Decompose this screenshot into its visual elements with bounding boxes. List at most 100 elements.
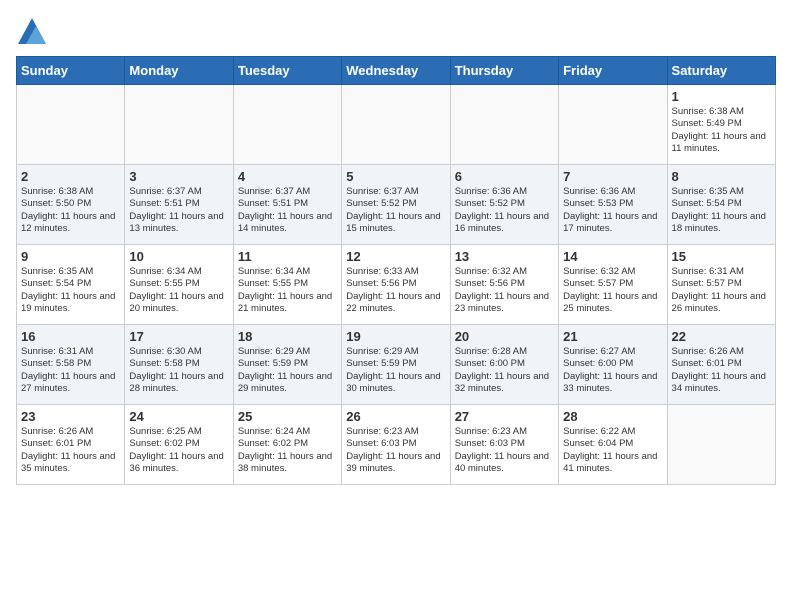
calendar-day-cell bbox=[450, 85, 558, 165]
calendar-day-cell: 11 Sunrise: 6:34 AM Sunset: 5:55 PM Dayli… bbox=[233, 245, 341, 325]
calendar-day-cell: 12 Sunrise: 6:33 AM Sunset: 5:56 PM Dayli… bbox=[342, 245, 450, 325]
day-info: Sunrise: 6:29 AM Sunset: 5:59 PM Dayligh… bbox=[346, 346, 445, 395]
calendar-week-row: 9 Sunrise: 6:35 AM Sunset: 5:54 PM Daylig… bbox=[17, 245, 776, 325]
day-number: 22 bbox=[672, 329, 771, 344]
calendar-day-cell: 18 Sunrise: 6:29 AM Sunset: 5:59 PM Dayli… bbox=[233, 325, 341, 405]
calendar-day-cell: 16 Sunrise: 6:31 AM Sunset: 5:58 PM Dayli… bbox=[17, 325, 125, 405]
calendar-day-cell: 2 Sunrise: 6:38 AM Sunset: 5:50 PM Daylig… bbox=[17, 165, 125, 245]
weekday-header: Tuesday bbox=[233, 57, 341, 85]
weekday-header: Sunday bbox=[17, 57, 125, 85]
calendar-day-cell: 10 Sunrise: 6:34 AM Sunset: 5:55 PM Dayli… bbox=[125, 245, 233, 325]
header bbox=[16, 16, 776, 48]
calendar-day-cell: 26 Sunrise: 6:23 AM Sunset: 6:03 PM Dayli… bbox=[342, 405, 450, 485]
day-number: 13 bbox=[455, 249, 554, 264]
calendar-day-cell: 25 Sunrise: 6:24 AM Sunset: 6:02 PM Dayli… bbox=[233, 405, 341, 485]
calendar-day-cell: 9 Sunrise: 6:35 AM Sunset: 5:54 PM Daylig… bbox=[17, 245, 125, 325]
day-info: Sunrise: 6:26 AM Sunset: 6:01 PM Dayligh… bbox=[672, 346, 771, 395]
calendar-day-cell: 8 Sunrise: 6:35 AM Sunset: 5:54 PM Daylig… bbox=[667, 165, 775, 245]
weekday-header: Wednesday bbox=[342, 57, 450, 85]
day-info: Sunrise: 6:23 AM Sunset: 6:03 PM Dayligh… bbox=[346, 426, 445, 475]
day-number: 17 bbox=[129, 329, 228, 344]
day-info: Sunrise: 6:30 AM Sunset: 5:58 PM Dayligh… bbox=[129, 346, 228, 395]
day-number: 2 bbox=[21, 169, 120, 184]
calendar-day-cell: 28 Sunrise: 6:22 AM Sunset: 6:04 PM Dayli… bbox=[559, 405, 667, 485]
day-number: 5 bbox=[346, 169, 445, 184]
calendar-day-cell: 5 Sunrise: 6:37 AM Sunset: 5:52 PM Daylig… bbox=[342, 165, 450, 245]
day-number: 21 bbox=[563, 329, 662, 344]
calendar-day-cell: 20 Sunrise: 6:28 AM Sunset: 6:00 PM Dayli… bbox=[450, 325, 558, 405]
weekday-header: Saturday bbox=[667, 57, 775, 85]
day-info: Sunrise: 6:35 AM Sunset: 5:54 PM Dayligh… bbox=[672, 186, 771, 235]
calendar-day-cell: 4 Sunrise: 6:37 AM Sunset: 5:51 PM Daylig… bbox=[233, 165, 341, 245]
logo-icon bbox=[16, 16, 48, 48]
calendar-day-cell bbox=[342, 85, 450, 165]
logo bbox=[16, 16, 52, 48]
calendar-day-cell: 3 Sunrise: 6:37 AM Sunset: 5:51 PM Daylig… bbox=[125, 165, 233, 245]
weekday-header-row: SundayMondayTuesdayWednesdayThursdayFrid… bbox=[17, 57, 776, 85]
day-info: Sunrise: 6:36 AM Sunset: 5:53 PM Dayligh… bbox=[563, 186, 662, 235]
calendar-day-cell: 27 Sunrise: 6:23 AM Sunset: 6:03 PM Dayli… bbox=[450, 405, 558, 485]
day-number: 27 bbox=[455, 409, 554, 424]
calendar-day-cell: 13 Sunrise: 6:32 AM Sunset: 5:56 PM Dayli… bbox=[450, 245, 558, 325]
day-number: 19 bbox=[346, 329, 445, 344]
day-info: Sunrise: 6:22 AM Sunset: 6:04 PM Dayligh… bbox=[563, 426, 662, 475]
day-number: 9 bbox=[21, 249, 120, 264]
day-number: 24 bbox=[129, 409, 228, 424]
weekday-header: Friday bbox=[559, 57, 667, 85]
day-number: 11 bbox=[238, 249, 337, 264]
day-info: Sunrise: 6:32 AM Sunset: 5:57 PM Dayligh… bbox=[563, 266, 662, 315]
day-info: Sunrise: 6:24 AM Sunset: 6:02 PM Dayligh… bbox=[238, 426, 337, 475]
calendar-week-row: 16 Sunrise: 6:31 AM Sunset: 5:58 PM Dayli… bbox=[17, 325, 776, 405]
day-info: Sunrise: 6:31 AM Sunset: 5:58 PM Dayligh… bbox=[21, 346, 120, 395]
calendar-day-cell: 19 Sunrise: 6:29 AM Sunset: 5:59 PM Dayli… bbox=[342, 325, 450, 405]
calendar-week-row: 1Sunrise: 6:38 AM Sunset: 5:49 PM Daylig… bbox=[17, 85, 776, 165]
day-info: Sunrise: 6:36 AM Sunset: 5:52 PM Dayligh… bbox=[455, 186, 554, 235]
calendar-day-cell bbox=[233, 85, 341, 165]
day-info: Sunrise: 6:28 AM Sunset: 6:00 PM Dayligh… bbox=[455, 346, 554, 395]
day-number: 12 bbox=[346, 249, 445, 264]
day-number: 16 bbox=[21, 329, 120, 344]
day-info: Sunrise: 6:26 AM Sunset: 6:01 PM Dayligh… bbox=[21, 426, 120, 475]
day-info: Sunrise: 6:25 AM Sunset: 6:02 PM Dayligh… bbox=[129, 426, 228, 475]
calendar-day-cell: 23Sunrise: 6:26 AM Sunset: 6:01 PM Dayli… bbox=[17, 405, 125, 485]
calendar-day-cell: 14 Sunrise: 6:32 AM Sunset: 5:57 PM Dayli… bbox=[559, 245, 667, 325]
day-info: Sunrise: 6:27 AM Sunset: 6:00 PM Dayligh… bbox=[563, 346, 662, 395]
calendar-day-cell: 7Sunrise: 6:36 AM Sunset: 5:53 PM Daylig… bbox=[559, 165, 667, 245]
calendar-day-cell: 17 Sunrise: 6:30 AM Sunset: 5:58 PM Dayli… bbox=[125, 325, 233, 405]
day-info: Sunrise: 6:32 AM Sunset: 5:56 PM Dayligh… bbox=[455, 266, 554, 315]
calendar-day-cell: 24 Sunrise: 6:25 AM Sunset: 6:02 PM Dayli… bbox=[125, 405, 233, 485]
day-number: 26 bbox=[346, 409, 445, 424]
day-info: Sunrise: 6:34 AM Sunset: 5:55 PM Dayligh… bbox=[129, 266, 228, 315]
weekday-header: Monday bbox=[125, 57, 233, 85]
day-number: 14 bbox=[563, 249, 662, 264]
day-info: Sunrise: 6:31 AM Sunset: 5:57 PM Dayligh… bbox=[672, 266, 771, 315]
calendar-day-cell: 22 Sunrise: 6:26 AM Sunset: 6:01 PM Dayli… bbox=[667, 325, 775, 405]
day-number: 4 bbox=[238, 169, 337, 184]
day-info: Sunrise: 6:37 AM Sunset: 5:51 PM Dayligh… bbox=[238, 186, 337, 235]
day-number: 10 bbox=[129, 249, 228, 264]
calendar-table: SundayMondayTuesdayWednesdayThursdayFrid… bbox=[16, 56, 776, 485]
calendar-week-row: 23Sunrise: 6:26 AM Sunset: 6:01 PM Dayli… bbox=[17, 405, 776, 485]
day-number: 18 bbox=[238, 329, 337, 344]
day-number: 3 bbox=[129, 169, 228, 184]
calendar-day-cell bbox=[559, 85, 667, 165]
day-info: Sunrise: 6:37 AM Sunset: 5:51 PM Dayligh… bbox=[129, 186, 228, 235]
calendar-day-cell bbox=[125, 85, 233, 165]
day-number: 25 bbox=[238, 409, 337, 424]
day-number: 20 bbox=[455, 329, 554, 344]
day-info: Sunrise: 6:23 AM Sunset: 6:03 PM Dayligh… bbox=[455, 426, 554, 475]
weekday-header: Thursday bbox=[450, 57, 558, 85]
day-number: 6 bbox=[455, 169, 554, 184]
calendar-day-cell: 1Sunrise: 6:38 AM Sunset: 5:49 PM Daylig… bbox=[667, 85, 775, 165]
calendar-week-row: 2 Sunrise: 6:38 AM Sunset: 5:50 PM Daylig… bbox=[17, 165, 776, 245]
day-info: Sunrise: 6:37 AM Sunset: 5:52 PM Dayligh… bbox=[346, 186, 445, 235]
day-info: Sunrise: 6:33 AM Sunset: 5:56 PM Dayligh… bbox=[346, 266, 445, 315]
day-number: 28 bbox=[563, 409, 662, 424]
day-info: Sunrise: 6:34 AM Sunset: 5:55 PM Dayligh… bbox=[238, 266, 337, 315]
calendar-day-cell: 15 Sunrise: 6:31 AM Sunset: 5:57 PM Dayli… bbox=[667, 245, 775, 325]
day-number: 15 bbox=[672, 249, 771, 264]
day-info: Sunrise: 6:35 AM Sunset: 5:54 PM Dayligh… bbox=[21, 266, 120, 315]
day-info: Sunrise: 6:29 AM Sunset: 5:59 PM Dayligh… bbox=[238, 346, 337, 395]
day-number: 8 bbox=[672, 169, 771, 184]
day-info: Sunrise: 6:38 AM Sunset: 5:50 PM Dayligh… bbox=[21, 186, 120, 235]
